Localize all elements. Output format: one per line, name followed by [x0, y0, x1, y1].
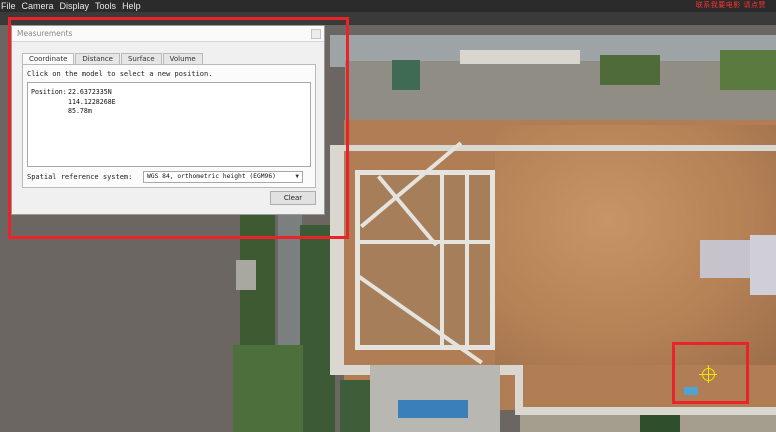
menu-help[interactable]: Help: [119, 0, 144, 12]
tree-cluster-bottom: [233, 345, 303, 432]
annotation-box-dialog: [8, 17, 349, 239]
white-structure: [460, 50, 580, 64]
menu-file[interactable]: File: [0, 0, 19, 12]
strut-5: [440, 170, 444, 350]
green-roof: [392, 60, 420, 90]
menu-tools[interactable]: Tools: [92, 0, 119, 12]
strut-4: [490, 170, 495, 350]
strut-2: [355, 345, 495, 350]
site-wall-bottom-right: [515, 407, 776, 415]
tree-area-2: [720, 50, 776, 90]
site-shed: [750, 235, 776, 295]
strut-6: [465, 170, 469, 350]
bottom-building: [370, 365, 500, 432]
pool: [398, 400, 468, 418]
strut-7: [360, 240, 495, 244]
strut-3: [355, 170, 360, 350]
menu-camera[interactable]: Camera: [19, 0, 57, 12]
small-building: [236, 260, 256, 290]
tree-area-1: [600, 55, 660, 85]
menu-bar: File Camera Display Tools Help 联系我要电影 请点…: [0, 0, 776, 12]
menu-display[interactable]: Display: [57, 0, 93, 12]
crosshair-icon: [699, 365, 717, 383]
bottom-trees: [340, 380, 370, 432]
bottom-hedge: [640, 415, 680, 432]
site-wall-top: [330, 145, 776, 151]
overlay-note: 联系我要电影 请点赞: [695, 1, 766, 9]
site-shed-2: [700, 240, 750, 278]
